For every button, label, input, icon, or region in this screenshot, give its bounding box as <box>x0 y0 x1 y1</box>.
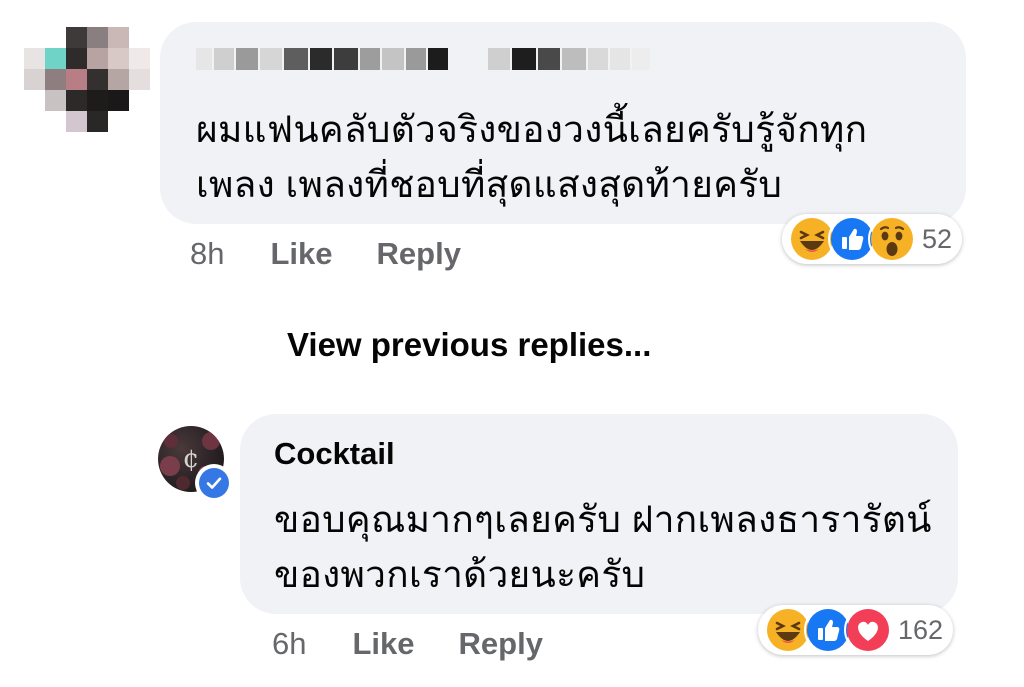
reply-timestamp[interactable]: 6h <box>272 626 306 662</box>
reply-actions: 6h Like Reply <box>272 626 543 662</box>
like-button[interactable]: Like <box>352 626 414 662</box>
user-avatar-pixelated[interactable] <box>24 27 152 133</box>
redacted-username <box>196 48 650 70</box>
comment-actions: 8h Like Reply <box>190 236 461 272</box>
reactions-summary[interactable]: 52 <box>782 214 963 264</box>
reply-author-name[interactable]: Cocktail <box>274 436 395 472</box>
verified-badge-icon <box>195 464 233 502</box>
reply-bubble: Cocktail ขอบคุณมากๆเลยครับ ฝากเพลงธารารั… <box>240 414 958 614</box>
love-icon <box>844 606 892 654</box>
reaction-count: 52 <box>922 223 953 254</box>
comment-bubble: ผมแฟนคลับตัวจริงของวงนี้เลยครับรู้จักทุก… <box>160 22 966 224</box>
reply-button[interactable]: Reply <box>459 626 543 662</box>
comment-text: ผมแฟนคลับตัวจริงของวงนี้เลยครับรู้จักทุก… <box>196 109 868 205</box>
reaction-count: 162 <box>898 614 944 645</box>
view-previous-replies-link[interactable]: View previous replies... <box>287 326 651 364</box>
like-button[interactable]: Like <box>270 236 332 272</box>
reply-text: ขอบคุณมากๆเลยครับ ฝากเพลงธารารัตน์ของพวก… <box>274 499 932 595</box>
wow-icon <box>868 215 916 263</box>
reply-reactions-summary[interactable]: 162 <box>758 605 954 655</box>
comment-timestamp[interactable]: 8h <box>190 236 224 272</box>
reply-button[interactable]: Reply <box>377 236 461 272</box>
